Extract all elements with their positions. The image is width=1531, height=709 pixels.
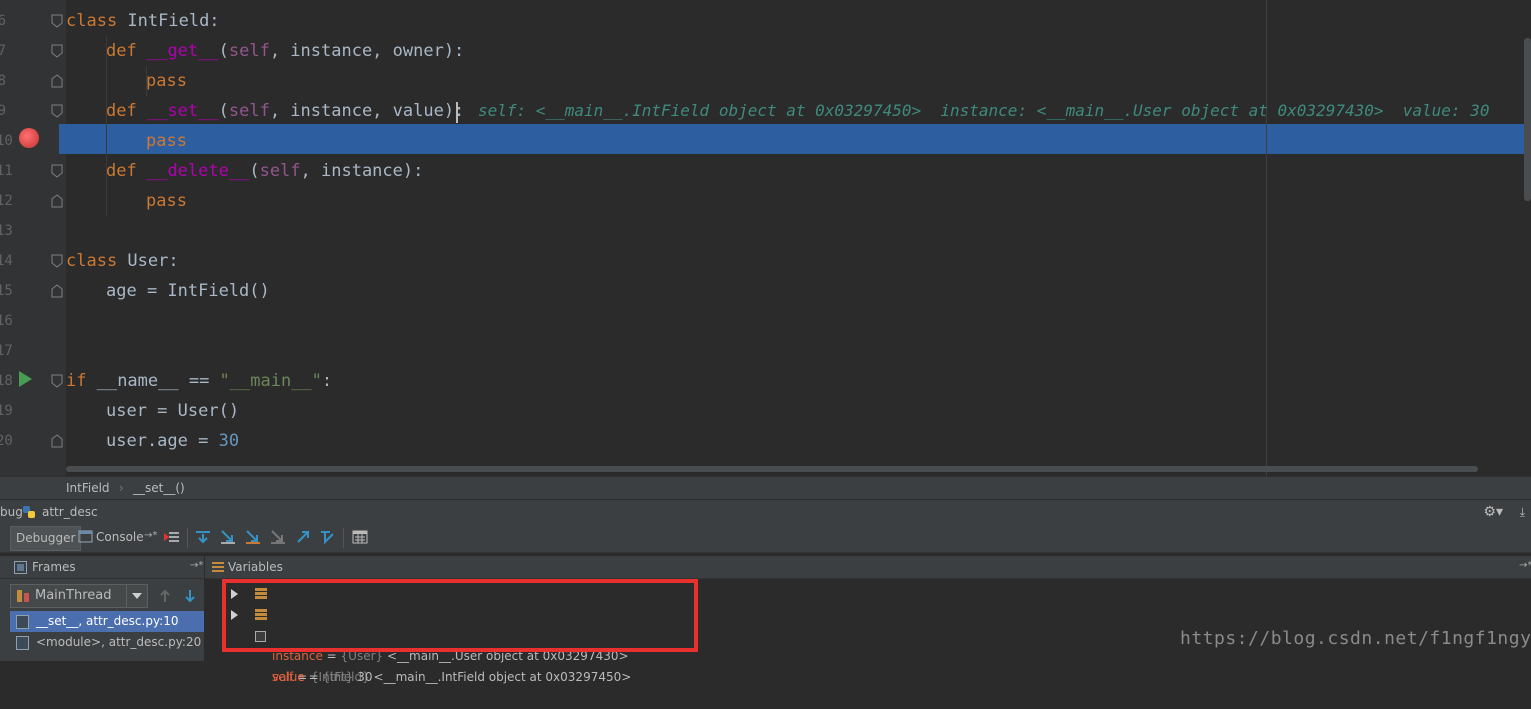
toolbar-separator	[187, 528, 188, 548]
pin-panel-icon[interactable]: →*	[1519, 560, 1531, 571]
code-line-9[interactable]: def __set__(self, instance, value):	[106, 96, 464, 126]
frames-icon	[14, 561, 27, 574]
frames-panel-title: Frames	[32, 560, 76, 574]
line-number: 8	[0, 73, 6, 89]
code-line-19[interactable]: user = User()	[106, 396, 239, 426]
force-step-into-icon[interactable]	[270, 529, 286, 545]
fold-open-icon[interactable]	[51, 14, 63, 28]
variable-type: {int}	[322, 670, 354, 684]
python-icon	[23, 506, 35, 518]
step-into-icon[interactable]	[220, 529, 236, 545]
breadcrumb-item-method[interactable]: __set__()	[133, 481, 185, 495]
line-number: 10	[0, 133, 13, 149]
current-execution-line	[59, 124, 1531, 154]
gear-icon[interactable]: ⚙▾	[1483, 504, 1503, 520]
code-line-7[interactable]: def __get__(self, instance, owner):	[106, 36, 464, 66]
fold-close-icon[interactable]	[51, 434, 63, 448]
breadcrumb: IntField › __set__()	[0, 476, 1531, 499]
line-number: 20	[0, 433, 13, 449]
debug-title-label: bug	[0, 505, 23, 519]
line-number: 12	[0, 193, 13, 209]
editor-gutter[interactable]: 6 7 8 9 10 11 12 13 14 15 16 17 18 19 20	[0, 0, 66, 476]
frames-panel-header: Frames →*	[0, 556, 204, 579]
text-caret	[456, 102, 458, 123]
watermark: https://blog.csdn.net/f1ngf1ngy1ng	[1180, 628, 1531, 649]
arrow-down-icon[interactable]	[183, 589, 197, 603]
annotation-highlight-box	[222, 579, 698, 652]
run-to-cursor-icon[interactable]	[320, 529, 336, 545]
variables-panel-header: Variables →*	[205, 556, 1531, 579]
code-line-20[interactable]: user.age = 30	[106, 426, 239, 456]
code-editor[interactable]: 6 7 8 9 10 11 12 13 14 15 16 17 18 19 20…	[0, 0, 1531, 476]
debug-toolbar: Debugger Console →*	[0, 524, 1531, 553]
breadcrumb-separator: ›	[119, 481, 124, 495]
fold-close-icon[interactable]	[51, 74, 63, 88]
line-number: 14	[0, 253, 13, 269]
toolbar-separator	[343, 528, 344, 548]
step-out-icon[interactable]	[295, 529, 311, 545]
frame-label: __set__, attr_desc.py:10	[36, 614, 179, 628]
chevron-down-icon[interactable]	[126, 585, 147, 607]
fold-open-icon[interactable]	[51, 164, 63, 178]
line-number: 19	[0, 403, 13, 419]
frame-row-selected[interactable]: __set__, attr_desc.py:10	[10, 611, 204, 632]
code-line-10[interactable]: pass	[146, 126, 187, 156]
line-number: 6	[0, 13, 6, 29]
show-execution-point-icon[interactable]	[164, 529, 180, 545]
hide-panel-icon[interactable]: ⤓	[1520, 505, 1525, 520]
line-number: 18	[0, 373, 13, 389]
code-line-6[interactable]: class IntField:	[66, 6, 220, 36]
variables-panel-title: Variables	[228, 560, 283, 574]
thread-icon	[17, 590, 29, 602]
variable-value: <__main__.IntField object at 0x03297450>	[373, 670, 632, 684]
fold-open-icon[interactable]	[51, 254, 63, 268]
fold-close-icon[interactable]	[51, 194, 63, 208]
thread-name: MainThread	[35, 588, 112, 603]
line-number: 16	[0, 313, 13, 329]
line-number: 9	[0, 103, 6, 119]
inline-debug-values: self: <__main__.IntField object at 0x032…	[478, 101, 1490, 120]
tab-console[interactable]: Console	[91, 526, 149, 549]
step-over-icon[interactable]	[195, 529, 211, 545]
frames-panel: MainThread __set__, attr_desc.py:10 <mod…	[0, 579, 204, 661]
variable-text: value = {int} 30	[272, 670, 373, 684]
variable-value: 30	[357, 670, 373, 684]
step-into-my-code-icon[interactable]	[245, 529, 261, 545]
fold-open-icon[interactable]	[51, 44, 63, 58]
fold-open-icon[interactable]	[51, 374, 63, 388]
code-line-15[interactable]: age = IntField()	[106, 276, 270, 306]
frame-label: <module>, attr_desc.py:20	[36, 635, 202, 649]
run-config-name[interactable]: attr_desc	[42, 505, 98, 519]
pin-panel-icon[interactable]: →*	[190, 560, 203, 571]
variables-icon	[212, 562, 224, 572]
fold-close-icon[interactable]	[51, 284, 63, 298]
thread-selector[interactable]: MainThread	[10, 584, 148, 608]
evaluate-expression-icon[interactable]	[352, 529, 368, 545]
code-line-12[interactable]: pass	[146, 186, 187, 216]
breakpoint-icon[interactable]	[19, 128, 39, 148]
frame-icon	[16, 636, 29, 650]
code-line-14[interactable]: class User:	[66, 246, 179, 276]
tab-debugger[interactable]: Debugger	[10, 526, 82, 551]
frame-icon	[16, 615, 29, 629]
vertical-scrollbar[interactable]	[1524, 38, 1531, 201]
line-number: 11	[0, 163, 13, 179]
code-line-11[interactable]: def __delete__(self, instance):	[106, 156, 423, 186]
breadcrumb-item-class[interactable]: IntField	[66, 481, 110, 495]
variable-name: value	[272, 670, 305, 684]
line-number: 7	[0, 43, 6, 59]
run-gutter-icon[interactable]	[19, 371, 32, 387]
horizontal-scrollbar[interactable]	[66, 466, 1478, 472]
line-number: 17	[0, 343, 13, 359]
right-margin-guide	[1266, 0, 1267, 476]
fold-open-icon[interactable]	[51, 104, 63, 118]
line-number: 15	[0, 283, 13, 299]
pin-tab-icon[interactable]: →*	[144, 530, 157, 541]
code-line-18[interactable]: if __name__ == "__main__":	[66, 366, 332, 396]
code-line-8[interactable]: pass	[146, 66, 187, 96]
debug-tool-window-header: bug attr_desc ⚙▾ ⤓	[0, 499, 1531, 525]
frame-row[interactable]: <module>, attr_desc.py:20	[10, 632, 204, 653]
arrow-up-icon[interactable]	[158, 589, 172, 603]
line-number: 13	[0, 223, 13, 239]
